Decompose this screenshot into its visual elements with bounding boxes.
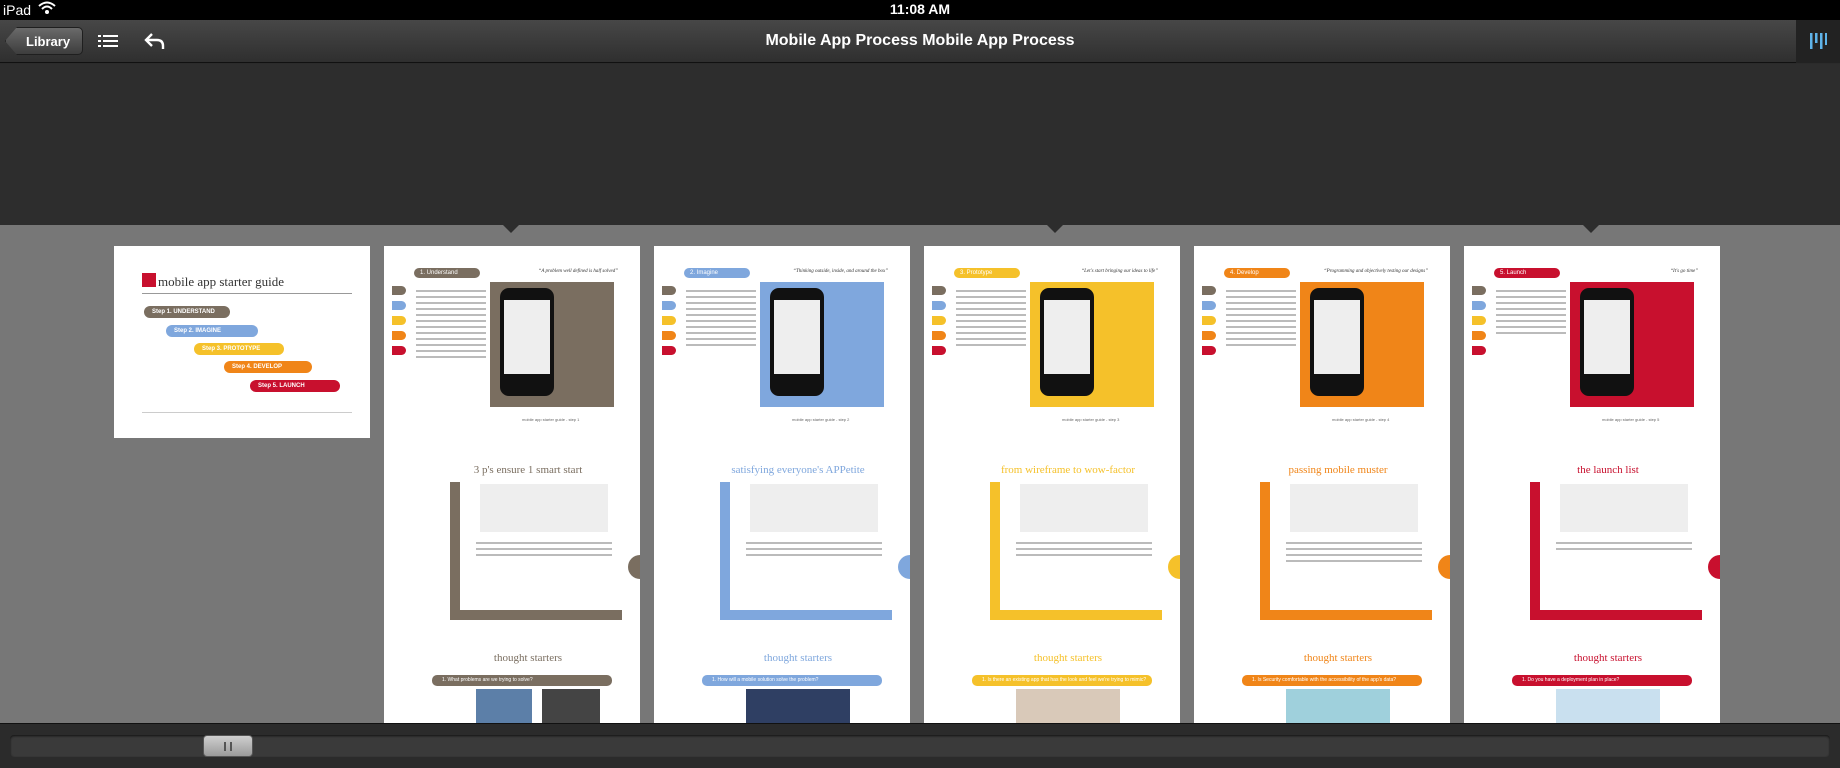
body-text bbox=[476, 542, 612, 560]
phone-panel bbox=[1030, 282, 1154, 407]
thought-starters-title: thought starters bbox=[493, 652, 563, 664]
page-footer: mobile app starter guide - step 2 bbox=[792, 417, 850, 422]
step-badge: Step 5. LAUNCH bbox=[250, 380, 340, 392]
thought-starters-title: thought starters bbox=[1303, 652, 1373, 664]
step-tabs bbox=[932, 286, 946, 361]
photo bbox=[746, 689, 850, 723]
thought-starters-title: thought starters bbox=[1573, 652, 1643, 664]
document-title: Mobile App Process Mobile App Process bbox=[765, 32, 1075, 49]
page-scrubber-bar bbox=[0, 723, 1840, 768]
question-bar: 1. Do you have a deployment plan in plac… bbox=[1512, 675, 1692, 686]
brand-logo bbox=[142, 273, 156, 287]
divider bbox=[142, 412, 352, 413]
section-title: from wireframe to wow-factor bbox=[1000, 464, 1136, 476]
section-quote: “A problem well defined is half solved” bbox=[538, 269, 618, 274]
page-thumbnail[interactable]: 5. Launch “It's go time” mobile app star… bbox=[1464, 246, 1720, 723]
page-footer: mobile app starter guide - step 3 bbox=[1062, 417, 1120, 422]
divider bbox=[142, 293, 352, 294]
side-tab[interactable] bbox=[1708, 555, 1720, 579]
icon-panel[interactable] bbox=[1560, 484, 1688, 532]
icon-panel[interactable] bbox=[1020, 484, 1148, 532]
spread-marker bbox=[1583, 225, 1599, 233]
section-title: passing mobile muster bbox=[1288, 464, 1388, 476]
step-badge: Step 3. PROTOTYPE bbox=[194, 343, 284, 355]
thought-starters-title: thought starters bbox=[1033, 652, 1103, 664]
page-thumbnail[interactable]: 1. Understand “A problem well defined is… bbox=[384, 246, 640, 723]
section-title: satisfying everyone's APPetite bbox=[731, 464, 865, 476]
section-title: the launch list bbox=[1577, 464, 1639, 476]
page-thumbnail-strip[interactable]: mobile app starter guide Step 1. UNDERST… bbox=[0, 225, 1840, 723]
page-footer: mobile app starter guide - step 1 bbox=[522, 417, 580, 422]
section-header: 5. Launch bbox=[1494, 268, 1560, 278]
phone-image bbox=[1580, 288, 1634, 396]
reading-area bbox=[0, 64, 1840, 225]
body-text bbox=[1226, 290, 1296, 350]
body-text bbox=[746, 542, 882, 560]
section-header: 1. Understand bbox=[414, 268, 480, 278]
spread-marker bbox=[503, 225, 519, 233]
body-text bbox=[1016, 542, 1152, 560]
photo bbox=[542, 689, 600, 723]
question-bar: 1. Is there an existing app that has the… bbox=[972, 675, 1152, 686]
status-time: 11:08 AM bbox=[889, 1, 951, 17]
photo bbox=[476, 689, 532, 723]
page-thumbnail[interactable]: 4. Develop “Programming and objectively … bbox=[1194, 246, 1450, 723]
section-header: 3. Prototype bbox=[954, 268, 1020, 278]
step-tabs bbox=[1472, 286, 1486, 361]
side-tab[interactable] bbox=[1438, 555, 1450, 579]
question-bar: 1. What problems are we trying to solve? bbox=[432, 675, 612, 686]
icon-panel[interactable] bbox=[750, 484, 878, 532]
status-bar: iPad 11:08 AM bbox=[0, 0, 1840, 20]
question-bar: 1. How will a mobile solution solve the … bbox=[702, 675, 882, 686]
page-scrubber-handle[interactable] bbox=[203, 735, 253, 757]
section-quote: “It's go time” bbox=[1670, 269, 1698, 274]
page-scrubber-track[interactable] bbox=[10, 735, 1830, 757]
cover-thumbnail[interactable]: mobile app starter guide Step 1. UNDERST… bbox=[114, 246, 370, 438]
icon-panel[interactable] bbox=[480, 484, 608, 532]
side-tab[interactable] bbox=[898, 555, 910, 579]
step-badge: Step 1. UNDERSTAND bbox=[144, 306, 230, 318]
phone-image bbox=[770, 288, 824, 396]
phone-image bbox=[500, 288, 554, 396]
photo bbox=[1556, 689, 1660, 723]
spread-marker bbox=[1047, 225, 1063, 233]
photo bbox=[1286, 689, 1390, 723]
phone-panel bbox=[1300, 282, 1424, 407]
page-footer: mobile app starter guide - step 5 bbox=[1602, 417, 1660, 422]
body-text bbox=[956, 290, 1026, 350]
thought-starters-title: thought starters bbox=[763, 652, 833, 664]
page-footer: mobile app starter guide - step 4 bbox=[1332, 417, 1390, 422]
icon-panel[interactable] bbox=[1290, 484, 1418, 532]
section-header: 4. Develop bbox=[1224, 268, 1290, 278]
section-header: 2. Imagine bbox=[684, 268, 750, 278]
page-thumbnail[interactable]: 3. Prototype “Let's start bringing our i… bbox=[924, 246, 1180, 723]
section-quote: “Thinking outside, inside, and around th… bbox=[793, 269, 888, 274]
body-text bbox=[416, 290, 486, 362]
toolbar: Library Mobile App Process Mobile App Pr… bbox=[0, 20, 1840, 63]
question-bar: 1. Is Security comfortable with the acce… bbox=[1242, 675, 1422, 686]
body-text bbox=[1556, 542, 1692, 554]
cover-title: mobile app starter guide bbox=[158, 274, 284, 289]
page-thumbnail[interactable]: 2. Imagine “Thinking outside, inside, an… bbox=[654, 246, 910, 723]
side-tab[interactable] bbox=[1168, 555, 1180, 579]
phone-image bbox=[1310, 288, 1364, 396]
section-quote: “Let's start bringing our ideas to life” bbox=[1081, 269, 1158, 274]
body-text bbox=[1286, 542, 1422, 566]
phone-panel bbox=[1570, 282, 1694, 407]
view-mode-icon[interactable] bbox=[1796, 20, 1840, 63]
photo bbox=[1016, 689, 1120, 723]
body-text bbox=[686, 290, 756, 350]
step-tabs bbox=[1202, 286, 1216, 361]
step-badge: Step 2. IMAGINE bbox=[166, 325, 258, 337]
step-badge: Step 4. DEVELOP bbox=[224, 361, 312, 373]
section-title: 3 p's ensure 1 smart start bbox=[473, 464, 583, 476]
section-quote: “Programming and objectively testing our… bbox=[1323, 269, 1428, 274]
side-tab[interactable] bbox=[628, 555, 640, 579]
phone-image bbox=[1040, 288, 1094, 396]
phone-panel bbox=[490, 282, 614, 407]
phone-panel bbox=[760, 282, 884, 407]
step-tabs bbox=[662, 286, 676, 361]
body-text bbox=[1496, 290, 1566, 338]
step-tabs bbox=[392, 286, 406, 361]
